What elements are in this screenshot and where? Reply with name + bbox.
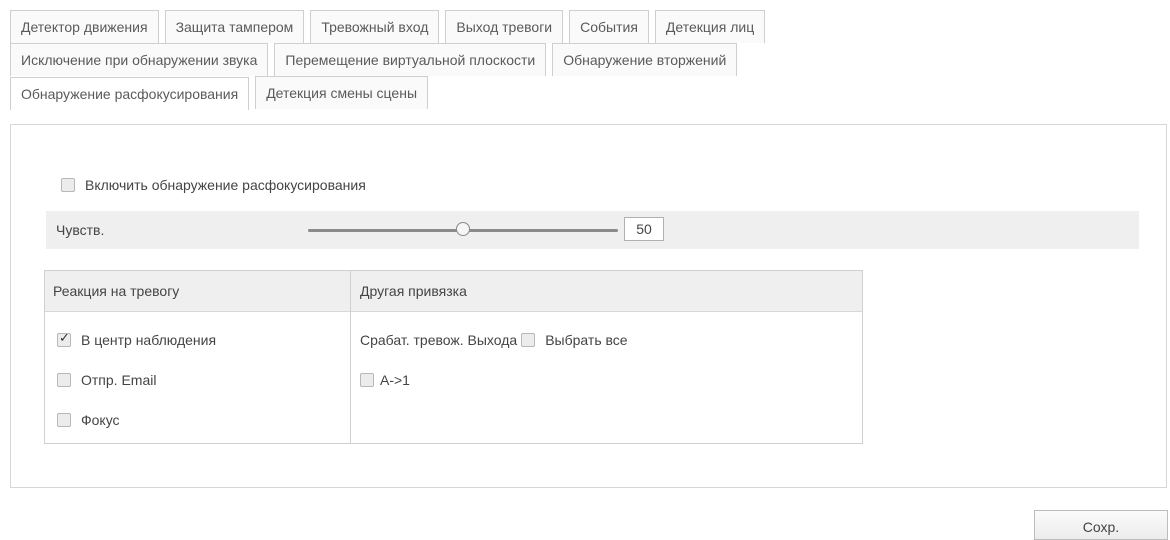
tab-intrusion-detection[interactable]: Обнаружение вторжений	[552, 43, 738, 76]
linkage-table: Реакция на тревогу Другая привязка В цен…	[44, 270, 863, 444]
tab-row-1: Детектор движения Защита тампером Тревож…	[10, 10, 1005, 43]
linkage-column-divider	[350, 271, 351, 443]
focus-label: Фокус	[81, 412, 120, 428]
notify-center-item: В центр наблюдения	[57, 331, 217, 348]
settings-panel: Включить обнаружение расфокусирования Чу…	[10, 124, 1167, 488]
linkage-header: Реакция на тревогу Другая привязка	[45, 271, 862, 312]
save-button[interactable]: Сохр.	[1034, 510, 1168, 540]
tab-line-crossing[interactable]: Перемещение виртуальной плоскости	[274, 43, 547, 76]
trigger-output-label: Срабат. тревож. Выхода	[360, 332, 518, 348]
send-email-checkbox[interactable]	[57, 373, 71, 387]
sensitivity-row: Чувств. 50	[46, 211, 1139, 249]
tab-alarm-input[interactable]: Тревожный вход	[310, 10, 440, 43]
send-email-item: Отпр. Email	[57, 372, 156, 388]
tab-row-3: Обнаружение расфокусирования Детекция см…	[10, 76, 1005, 110]
enable-defocus-label: Включить обнаружение расфокусирования	[85, 177, 366, 193]
tab-events[interactable]: События	[569, 10, 649, 43]
notify-center-checkbox[interactable]	[57, 331, 71, 347]
select-all-label: Выбрать все	[545, 332, 628, 348]
tab-face-detection[interactable]: Детекция лиц	[654, 10, 766, 43]
output-a1-item: A->1	[360, 372, 410, 388]
alarm-reaction-header: Реакция на тревогу	[53, 283, 180, 299]
tab-defocus-detection[interactable]: Обнаружение расфокусирования	[10, 77, 250, 110]
tab-scene-change-detection[interactable]: Детекция смены сцены	[255, 76, 429, 109]
focus-checkbox[interactable]	[57, 413, 71, 427]
tab-audio-exception[interactable]: Исключение при обнаружении звука	[10, 43, 269, 76]
sensitivity-slider[interactable]	[308, 222, 618, 236]
other-linkage-header: Другая привязка	[360, 283, 467, 299]
tab-motion-detection[interactable]: Детектор движения	[10, 10, 159, 43]
sensitivity-slider-handle[interactable]	[456, 222, 470, 236]
select-all-checkbox[interactable]	[521, 333, 536, 347]
sensitivity-value-field[interactable]: 50	[624, 217, 664, 241]
enable-defocus-checkbox[interactable]	[61, 178, 75, 192]
focus-item: Фокус	[57, 412, 120, 428]
output-a1-label: A->1	[380, 372, 410, 388]
output-a1-checkbox[interactable]	[360, 373, 374, 387]
notify-center-label: В центр наблюдения	[81, 332, 217, 348]
trigger-output-row: Срабат. тревож. Выхода Выбрать все	[360, 332, 628, 348]
tab-alarm-output[interactable]: Выход тревоги	[445, 10, 564, 43]
tab-bar: Детектор движения Защита тампером Тревож…	[10, 10, 1005, 110]
tab-row-2: Исключение при обнаружении звука Перемещ…	[10, 43, 1005, 76]
tab-tamper-protection[interactable]: Защита тампером	[164, 10, 305, 43]
send-email-label: Отпр. Email	[81, 372, 157, 388]
sensitivity-label: Чувств.	[56, 222, 105, 238]
enable-row: Включить обнаружение расфокусирования	[61, 177, 366, 193]
